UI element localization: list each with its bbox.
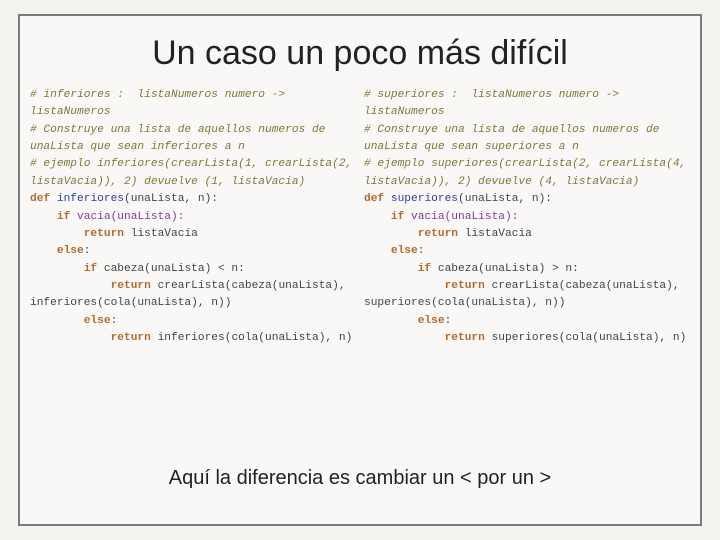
keyword-return: return (445, 280, 485, 292)
comment: # superiores : listaNumeros numero -> li… (364, 89, 626, 118)
function-name: inferiores (57, 193, 124, 205)
comment: # Construye una lista de aquellos numero… (30, 124, 332, 153)
expr: inferiores(cola(unaLista), n) (158, 332, 353, 344)
call: vacia(unaLista): (77, 211, 184, 223)
comment: # Construye una lista de aquellos numero… (364, 124, 666, 153)
code-area: # inferiores : listaNumeros numero -> li… (20, 87, 700, 347)
params: (unaLista, n): (458, 193, 552, 205)
code-right: # superiores : listaNumeros numero -> li… (364, 87, 690, 347)
value: listaVacia (131, 228, 198, 240)
colon: : (84, 245, 91, 257)
slide-frame: Un caso un poco más difícil # inferiores… (18, 14, 702, 526)
colon: : (445, 315, 452, 327)
keyword-def: def (30, 193, 50, 205)
condition: cabeza(unaLista) > n: (438, 263, 579, 275)
footer-caption: Aquí la diferencia es cambiar un < por u… (20, 467, 700, 490)
params: (unaLista, n): (124, 193, 218, 205)
comment: # inferiores : listaNumeros numero -> li… (30, 89, 292, 118)
keyword-else: else (57, 245, 84, 257)
keyword-if: if (391, 211, 404, 223)
comment: # ejemplo superiores(crearLista(2, crear… (364, 158, 693, 187)
keyword-return: return (445, 332, 485, 344)
keyword-if: if (84, 263, 97, 275)
keyword-else: else (418, 315, 445, 327)
function-name: superiores (391, 193, 458, 205)
condition: cabeza(unaLista) < n: (104, 263, 245, 275)
keyword-return: return (418, 228, 458, 240)
keyword-if: if (57, 211, 70, 223)
keyword-else: else (84, 315, 111, 327)
keyword-return: return (111, 332, 151, 344)
keyword-def: def (364, 193, 384, 205)
value: listaVacia (465, 228, 532, 240)
code-left: # inferiores : listaNumeros numero -> li… (30, 87, 356, 347)
comment: # ejemplo inferiores(crearLista(1, crear… (30, 158, 359, 187)
keyword-else: else (391, 245, 418, 257)
expr: crearLista(cabeza(unaLista), superiores(… (364, 280, 686, 309)
slide-title: Un caso un poco más difícil (20, 34, 700, 73)
expr: crearLista(cabeza(unaLista), inferiores(… (30, 280, 352, 309)
colon: : (418, 245, 425, 257)
keyword-if: if (418, 263, 431, 275)
call: vacia(unaLista): (411, 211, 518, 223)
expr: superiores(cola(unaLista), n) (492, 332, 687, 344)
keyword-return: return (111, 280, 151, 292)
keyword-return: return (84, 228, 124, 240)
colon: : (111, 315, 118, 327)
